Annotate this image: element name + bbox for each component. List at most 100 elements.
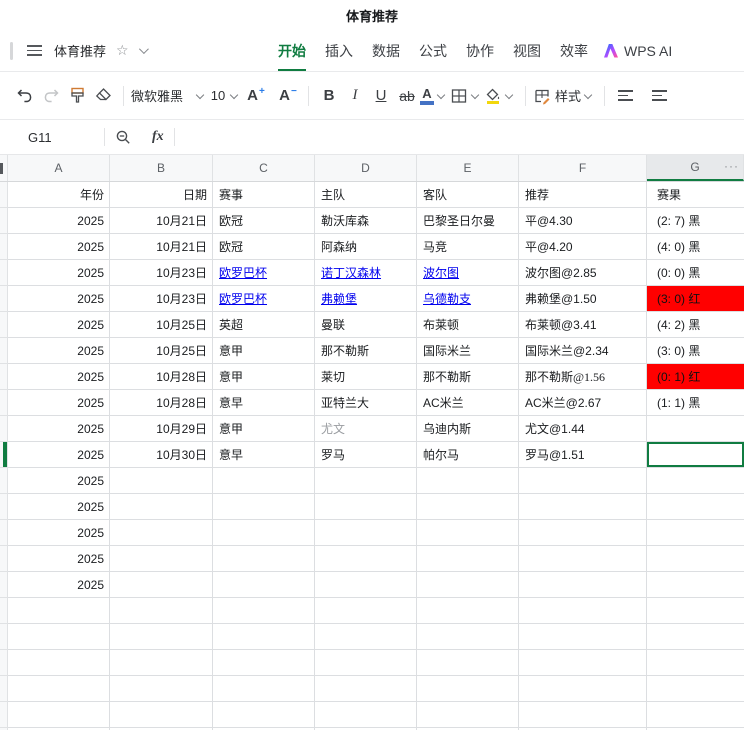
cell[interactable]: 2025: [8, 416, 110, 442]
tab-0[interactable]: 开始: [278, 30, 306, 71]
cell[interactable]: [213, 624, 315, 650]
undo-button[interactable]: [12, 81, 38, 111]
row-header[interactable]: [0, 650, 8, 676]
cell-name-box[interactable]: G11: [0, 130, 104, 145]
search-icon[interactable]: [115, 129, 132, 146]
cell[interactable]: 国际米兰@2.34: [519, 338, 647, 364]
column-header-F[interactable]: F: [519, 155, 647, 181]
cell[interactable]: (0: 0) 黑: [647, 260, 744, 286]
italic-button[interactable]: I: [342, 81, 368, 111]
cell[interactable]: [647, 572, 744, 598]
tab-4[interactable]: 协作: [466, 30, 494, 71]
cell[interactable]: [647, 416, 744, 442]
cell[interactable]: [315, 572, 417, 598]
cell[interactable]: [110, 624, 213, 650]
column-header-C[interactable]: C: [213, 155, 315, 181]
tab-6[interactable]: 效率: [560, 30, 588, 71]
cell[interactable]: 勒沃库森: [315, 208, 417, 234]
doc-menu-chevron-icon[interactable]: [138, 44, 149, 55]
cell[interactable]: [315, 520, 417, 546]
cell[interactable]: 尤文: [315, 416, 417, 442]
cell[interactable]: [417, 572, 519, 598]
cell[interactable]: 弗赖堡@1.50: [519, 286, 647, 312]
row-header[interactable]: [0, 494, 8, 520]
cell[interactable]: 赛事: [213, 182, 315, 208]
tab-1[interactable]: 插入: [325, 30, 353, 71]
cell[interactable]: 曼联: [315, 312, 417, 338]
cell[interactable]: 布莱顿@3.41: [519, 312, 647, 338]
cell[interactable]: [417, 468, 519, 494]
row-header[interactable]: [0, 624, 8, 650]
cell[interactable]: 帕尔马: [417, 442, 519, 468]
favorite-star-icon[interactable]: ☆: [116, 42, 129, 59]
cell[interactable]: 欧罗巴杯: [213, 286, 315, 312]
cell[interactable]: 日期: [110, 182, 213, 208]
cell[interactable]: 2025: [8, 468, 110, 494]
cell[interactable]: 巴黎圣日尔曼: [417, 208, 519, 234]
cell[interactable]: [110, 546, 213, 572]
cell[interactable]: [417, 702, 519, 728]
cell[interactable]: [110, 676, 213, 702]
cell[interactable]: [315, 468, 417, 494]
redo-button[interactable]: [38, 81, 64, 111]
cell[interactable]: 2025: [8, 520, 110, 546]
cell[interactable]: 赛果: [647, 182, 744, 208]
cell[interactable]: [213, 676, 315, 702]
cell[interactable]: 2025: [8, 312, 110, 338]
cell[interactable]: 那不勒斯: [417, 364, 519, 390]
cell[interactable]: [519, 650, 647, 676]
cell[interactable]: 10月21日: [110, 234, 213, 260]
decrease-font-button[interactable]: A −: [275, 81, 301, 111]
cell[interactable]: [647, 702, 744, 728]
cell[interactable]: [647, 520, 744, 546]
cell[interactable]: 10月25日: [110, 338, 213, 364]
cell[interactable]: [647, 624, 744, 650]
cell-style-button[interactable]: 样式: [533, 81, 597, 111]
cell[interactable]: [417, 650, 519, 676]
cell[interactable]: 10月28日: [110, 390, 213, 416]
row-header[interactable]: [0, 676, 8, 702]
row-header[interactable]: [0, 312, 8, 338]
cell[interactable]: 阿森纳: [315, 234, 417, 260]
row-header[interactable]: [0, 546, 8, 572]
underline-button[interactable]: U: [368, 81, 394, 111]
cell[interactable]: 2025: [8, 546, 110, 572]
cell[interactable]: [519, 676, 647, 702]
cell[interactable]: AC米兰: [417, 390, 519, 416]
cell[interactable]: 2025: [8, 494, 110, 520]
cell[interactable]: 10月25日: [110, 312, 213, 338]
cell[interactable]: 尤文@1.44: [519, 416, 647, 442]
cell[interactable]: AC米兰@2.67: [519, 390, 647, 416]
cell[interactable]: [110, 598, 213, 624]
cell[interactable]: [110, 650, 213, 676]
cell[interactable]: 2025: [8, 364, 110, 390]
cell[interactable]: [519, 468, 647, 494]
cell[interactable]: 乌迪内斯: [417, 416, 519, 442]
cell[interactable]: [8, 702, 110, 728]
column-header-E[interactable]: E: [417, 155, 519, 181]
cell[interactable]: [417, 494, 519, 520]
document-name[interactable]: 体育推荐: [54, 41, 106, 60]
cell[interactable]: 意早: [213, 390, 315, 416]
row-header[interactable]: [0, 338, 8, 364]
column-header-A[interactable]: A: [8, 155, 110, 181]
cell[interactable]: (1: 1) 黑: [647, 390, 744, 416]
cell[interactable]: [315, 676, 417, 702]
cell[interactable]: 10月23日: [110, 286, 213, 312]
cell[interactable]: [110, 468, 213, 494]
row-header[interactable]: [0, 390, 8, 416]
cell[interactable]: [110, 520, 213, 546]
cell[interactable]: 2025: [8, 442, 110, 468]
row-header[interactable]: [0, 208, 8, 234]
strikethrough-button[interactable]: ab: [394, 81, 420, 111]
borders-button[interactable]: [450, 81, 484, 111]
cell[interactable]: [519, 494, 647, 520]
cell[interactable]: 乌德勒支: [417, 286, 519, 312]
format-painter-button[interactable]: [64, 81, 90, 111]
cell[interactable]: [315, 546, 417, 572]
row-header[interactable]: [0, 234, 8, 260]
cell[interactable]: (4: 2) 黑: [647, 312, 744, 338]
row-header[interactable]: [0, 364, 8, 390]
cell[interactable]: [417, 598, 519, 624]
cell[interactable]: 欧罗巴杯: [213, 260, 315, 286]
